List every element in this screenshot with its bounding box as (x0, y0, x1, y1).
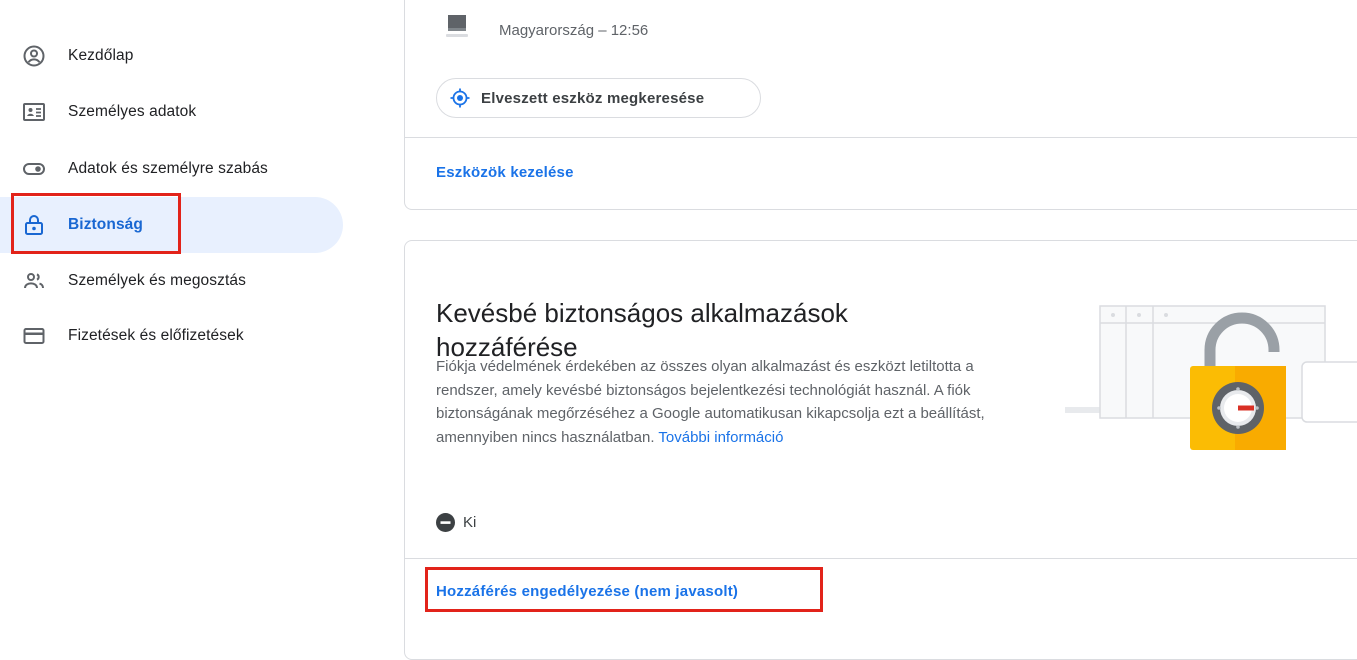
sidebar-item-fizetesek[interactable]: Fizetések és előfizetések (0, 308, 343, 364)
id-card-icon (23, 103, 45, 121)
sidebar-item-label: Személyes adatok (68, 103, 197, 120)
account-circle-icon (23, 45, 45, 67)
sidebar-nav: Kezdőlap Személyes adatok Adatok és szem… (0, 0, 360, 608)
credit-card-icon (23, 328, 45, 344)
find-device-label: Elveszett eszköz megkeresése (481, 90, 705, 107)
sidebar-item-szemelyes-adatok[interactable]: Személyes adatok (0, 84, 343, 140)
less-secure-apps-title: Kevésbé biztonságos alkalmazások hozzáfé… (436, 297, 848, 362)
toggle-icon (23, 163, 45, 175)
divider (405, 558, 1357, 559)
more-info-link[interactable]: További információ (658, 429, 783, 446)
find-lost-device-button[interactable]: Elveszett eszköz megkeresése (436, 78, 761, 118)
highlight-box-allow-access (425, 567, 823, 612)
device-location-time: Magyarország – 12:56 (499, 22, 649, 39)
sidebar-item-label: Fizetések és előfizetések (68, 327, 244, 344)
less-secure-apps-description: Fiókja védelmének érdekében az összes ol… (436, 355, 1026, 449)
crosshair-location-icon (450, 88, 470, 108)
divider (405, 137, 1357, 138)
highlight-box-biztonsag (11, 193, 181, 254)
off-status-icon (436, 513, 455, 532)
sidebar-item-szemelyek[interactable]: Személyek és megosztás (0, 253, 343, 309)
unlocked-padlock-illustration (1065, 305, 1357, 450)
sidebar-item-label: Adatok és személyre szabás (68, 160, 268, 177)
manage-devices-link[interactable]: Eszközök kezelése (436, 164, 574, 181)
sidebar-item-label: Kezdőlap (68, 47, 134, 64)
people-icon (24, 273, 44, 289)
sidebar-item-label: Személyek és megosztás (68, 272, 246, 289)
status-label: Ki (463, 514, 477, 531)
sidebar-item-adatok[interactable]: Adatok és személyre szabás (0, 141, 343, 197)
computer-icon (446, 15, 468, 37)
sidebar-item-kezdolap[interactable]: Kezdőlap (0, 28, 343, 84)
